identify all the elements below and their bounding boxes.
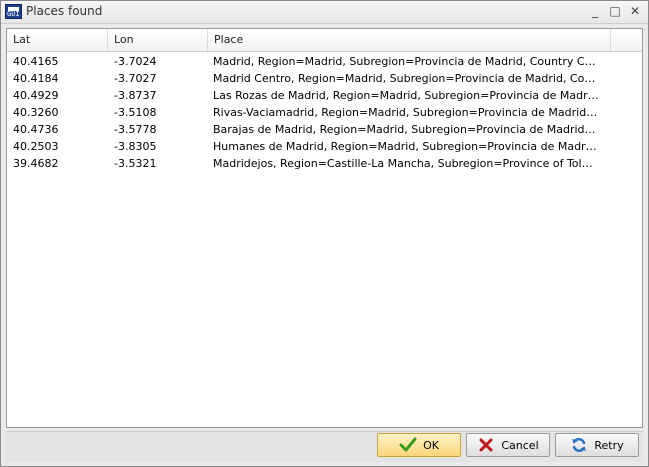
cell-lon: -3.5108	[114, 106, 157, 119]
cell-lat: 40.4929	[13, 89, 59, 102]
cell-lat: 40.3260	[13, 106, 59, 119]
cancel-button[interactable]: Cancel	[466, 433, 550, 457]
places-found-dialog: GUI Places found _ □ ✕ Lat Lon Place 40.…	[0, 0, 649, 467]
column-header-filler	[611, 29, 642, 51]
table-row[interactable]: 39.4682 -3.5321 Madridejos, Region=Castill…	[7, 155, 642, 172]
cell-place: Madrid, Region=Madrid, Subregion=Provinc…	[213, 55, 599, 68]
cell-place: Las Rozas de Madrid, Region=Madrid, Subr…	[213, 89, 599, 102]
cell-lat: 40.4165	[13, 55, 59, 68]
close-icon[interactable]: ✕	[628, 3, 642, 19]
retry-label: Retry	[594, 438, 624, 452]
places-grid[interactable]: Lat Lon Place 40.4165 -3.7024 Madrid, Regi…	[6, 28, 643, 428]
cell-lon: -3.5321	[114, 157, 157, 170]
minimize-icon[interactable]: _	[588, 3, 602, 19]
cell-lon: -3.8737	[114, 89, 157, 102]
cell-lon: -3.7024	[114, 55, 157, 68]
table-row[interactable]: 40.4165 -3.7024 Madrid, Region=Madrid, Sub…	[7, 53, 642, 70]
column-header-place[interactable]: Place	[208, 29, 611, 51]
cell-lat: 40.4184	[13, 72, 59, 85]
cancel-label: Cancel	[501, 438, 539, 452]
cell-place: Rivas-Vaciamadrid, Region=Madrid, Subreg…	[213, 106, 599, 119]
cell-lon: -3.7027	[114, 72, 157, 85]
column-header-lat[interactable]: Lat	[7, 29, 108, 51]
maximize-icon[interactable]: □	[608, 3, 622, 19]
cell-lat: 40.2503	[13, 140, 59, 153]
app-icon: GUI	[5, 4, 22, 19]
checkmark-icon	[399, 437, 417, 452]
cell-lon: -3.5778	[114, 123, 157, 136]
cell-lon: -3.8305	[114, 140, 157, 153]
window-title: Places found	[26, 4, 103, 18]
grid-rows: 40.4165 -3.7024 Madrid, Region=Madrid, Sub…	[7, 53, 642, 172]
cell-place: Humanes de Madrid, Region=Madrid, Subreg…	[213, 140, 599, 153]
cell-place: Barajas de Madrid, Region=Madrid, Subreg…	[213, 123, 599, 136]
retry-button[interactable]: Retry	[555, 433, 639, 457]
table-row[interactable]: 40.4736 -3.5778 Barajas de Madrid, Region=…	[7, 121, 642, 138]
ok-label: OK	[423, 438, 439, 452]
column-header-lon[interactable]: Lon	[108, 29, 208, 51]
table-row[interactable]: 40.3260 -3.5108 Rivas-Vaciamadrid, Region=…	[7, 104, 642, 121]
ok-button[interactable]: OK	[377, 433, 461, 457]
x-icon	[479, 438, 493, 452]
title-bar[interactable]: GUI Places found _ □ ✕	[1, 1, 648, 24]
cell-place: Madrid Centro, Region=Madrid, Subregion=…	[213, 72, 599, 85]
grid-header: Lat Lon Place	[7, 29, 642, 52]
table-row[interactable]: 40.4184 -3.7027 Madrid Centro, Region=Madr…	[7, 70, 642, 87]
cell-lat: 39.4682	[13, 157, 59, 170]
cell-place: Madridejos, Region=Castille-La Mancha, S…	[213, 157, 599, 170]
cell-lat: 40.4736	[13, 123, 59, 136]
refresh-icon	[572, 438, 587, 452]
table-row[interactable]: 40.2503 -3.8305 Humanes de Madrid, Region=…	[7, 138, 642, 155]
table-row[interactable]: 40.4929 -3.8737 Las Rozas de Madrid, Regio…	[7, 87, 642, 104]
button-bar: OK Cancel Retry	[6, 431, 643, 462]
